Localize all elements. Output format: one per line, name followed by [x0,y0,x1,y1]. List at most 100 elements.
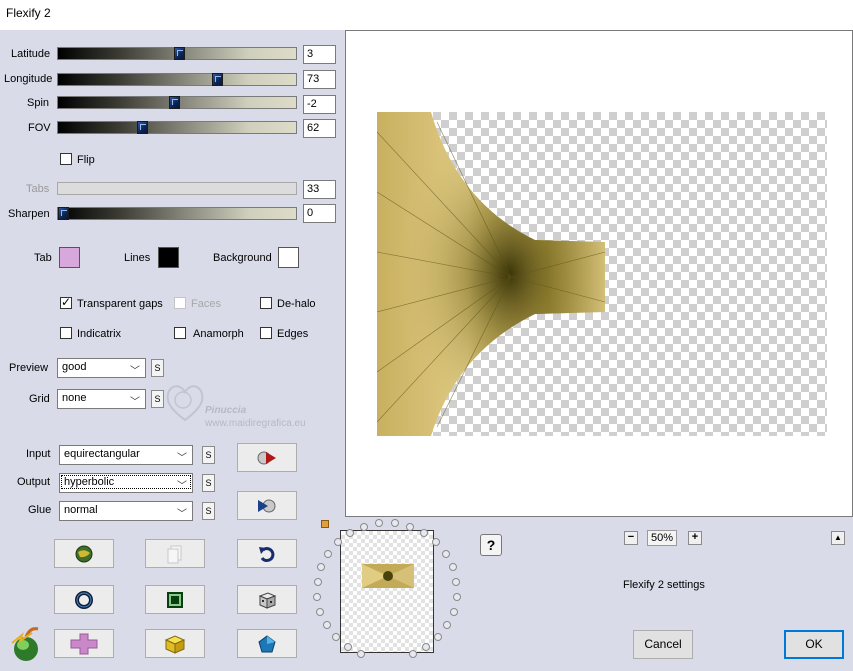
output-label: Output [17,476,51,488]
ok-button[interactable]: OK [784,630,844,659]
dial-dot[interactable] [434,633,443,642]
dice-icon [258,591,277,609]
fov-slider[interactable] [57,121,297,134]
fov-value-field[interactable]: 62 [303,119,336,138]
thumbnail-preview[interactable] [340,530,434,653]
edges-checkbox[interactable] [260,327,272,339]
pentagon-button[interactable] [237,629,297,658]
dial-dot[interactable] [431,538,440,547]
preview-quality-value: good [62,361,87,373]
latitude-value-field[interactable]: 3 [303,45,336,64]
square-icon [167,591,183,608]
fov-slider-thumb[interactable] [137,121,148,134]
input-s-button[interactable]: S [202,446,215,464]
anamorph-label: Anamorph [193,328,244,340]
indicatrix-checkbox[interactable] [60,327,72,339]
dial-dot[interactable] [452,577,461,586]
dial-dot[interactable] [343,643,352,652]
hyperbolic-preview-image [377,112,606,436]
transparent-gaps-checkbox[interactable]: ✓ [60,295,72,309]
input-projection-select[interactable]: equirectangular ﹀ [59,445,193,465]
tab-color-swatch[interactable] [59,247,80,268]
sharpen-slider[interactable] [57,207,297,220]
globe-button[interactable] [54,539,114,568]
help-button[interactable]: ? [480,534,502,556]
undo-button[interactable] [237,539,297,568]
anamorph-checkbox[interactable] [174,327,186,339]
preview-canvas[interactable] [345,30,853,517]
render-button[interactable] [237,443,297,472]
dial-dot[interactable] [375,519,384,528]
output-projection-select[interactable]: hyperbolic ﹀ [59,473,193,493]
cancel-button[interactable]: Cancel [633,630,693,659]
dial-dot[interactable] [357,650,366,659]
longitude-slider-thumb[interactable] [212,73,223,86]
glue-value: normal [64,504,98,516]
preview-quality-select[interactable]: good ﹀ [57,358,146,378]
dial-dot[interactable] [313,592,322,601]
spin-slider[interactable] [57,96,297,109]
watermark-url: www.maidiregrafica.eu [205,418,306,429]
tabs-label: Tabs [26,183,50,195]
faces-checkbox[interactable] [174,297,186,309]
grid-select[interactable]: none ﹀ [57,389,146,409]
glue-select[interactable]: normal ﹀ [59,501,193,521]
dial-dot[interactable] [331,633,340,642]
dial-dot[interactable] [452,592,461,601]
dial-dot[interactable] [408,650,417,659]
de-halo-checkbox[interactable] [260,297,272,309]
collapse-button[interactable]: ▲ [831,531,845,545]
cube-button[interactable] [145,629,205,658]
tabs-value-field[interactable]: 33 [303,180,336,199]
dial-dot[interactable] [448,563,457,572]
cross-button[interactable] [54,629,114,658]
chevron-down-icon: ﹀ [177,481,187,492]
dial-dot[interactable] [316,607,325,616]
sharpen-slider-thumb[interactable] [58,207,69,220]
latitude-slider[interactable] [57,47,297,60]
square-button[interactable] [145,585,205,614]
animate-button[interactable] [237,491,297,520]
input-projection-value: equirectangular [64,448,140,460]
output-projection-value: hyperbolic [61,475,191,489]
flip-checkbox[interactable] [60,153,72,165]
spin-value-field[interactable]: -2 [303,95,336,114]
longitude-slider[interactable] [57,73,297,86]
latitude-slider-thumb[interactable] [174,47,185,60]
dial-dot[interactable] [449,607,458,616]
lines-color-swatch[interactable] [158,247,179,268]
dial-dot[interactable] [390,519,399,528]
apple-logo-icon [11,627,39,661]
render-icon [257,451,276,464]
preview-label: Preview [9,362,49,374]
dial-dot[interactable] [419,529,428,538]
dial-dot[interactable] [441,549,450,558]
preview-s-button[interactable]: S [151,359,164,377]
flip-label: Flip [77,154,95,166]
dial-dot[interactable] [405,522,414,531]
longitude-value-field[interactable]: 73 [303,70,336,89]
tab-color-label: Tab [34,252,52,264]
pentagon-icon [258,634,276,652]
latitude-label: Latitude [11,48,51,60]
background-color-swatch[interactable] [278,247,299,268]
tabs-slider[interactable] [57,182,297,195]
output-s-button[interactable]: S [202,474,215,492]
sharpen-value-field[interactable]: 0 [303,204,336,223]
dial-dot[interactable] [313,577,322,586]
undo-icon [259,546,275,562]
ring-button[interactable] [54,585,114,614]
cube-icon [164,634,186,654]
glue-s-button[interactable]: S [202,502,215,520]
dial-dot[interactable] [360,522,369,531]
chevron-down-icon: ﹀ [177,509,187,520]
dial-dot[interactable] [443,621,452,630]
dial-dot[interactable] [322,621,331,630]
random-button[interactable] [237,585,297,614]
dial-dot[interactable] [317,563,326,572]
copy-button[interactable] [145,539,205,568]
zoom-in-button[interactable]: + [688,531,702,545]
zoom-out-button[interactable]: − [624,531,638,545]
dial-dot[interactable] [324,549,333,558]
spin-slider-thumb[interactable] [169,96,180,109]
